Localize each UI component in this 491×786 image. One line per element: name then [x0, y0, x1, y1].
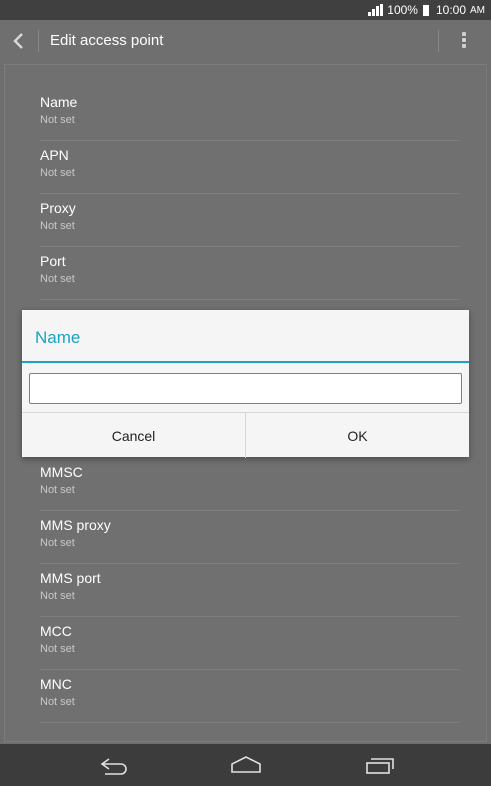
dialog-button-bar: Cancel OK [22, 412, 469, 458]
status-indicators: 100% 10:00 AM [368, 3, 485, 17]
status-bar: 100% 10:00 AM [0, 0, 491, 20]
setting-value: Not set [40, 220, 75, 232]
setting-value: Not set [40, 537, 75, 549]
dialog-title-divider [22, 361, 469, 363]
setting-value: Not set [40, 643, 75, 655]
menu-divider [438, 30, 439, 52]
setting-title: Name [40, 94, 78, 110]
setting-value: Not set [40, 590, 75, 602]
app-bar: Edit access point [0, 20, 491, 62]
setting-value: Not set [40, 696, 75, 708]
ok-button[interactable]: OK [246, 413, 469, 458]
home-nav-icon[interactable] [229, 754, 263, 776]
back-nav-icon[interactable] [97, 754, 131, 776]
setting-value: Not set [40, 114, 75, 126]
signal-icon [368, 4, 384, 16]
clock-ampm: AM [470, 4, 485, 16]
setting-apn[interactable]: APN Not set [40, 141, 459, 194]
setting-port[interactable]: Port Not set [40, 247, 459, 300]
setting-mcc[interactable]: MCC Not set [40, 617, 459, 670]
battery-icon [422, 4, 429, 16]
setting-title: MMS proxy [40, 517, 111, 533]
setting-title: MMS port [40, 570, 101, 586]
setting-title: Port [40, 253, 66, 269]
recent-apps-icon[interactable] [362, 754, 396, 776]
setting-mmsc[interactable]: MMSC Not set [40, 458, 459, 511]
setting-mms-port[interactable]: MMS port Not set [40, 564, 459, 617]
cancel-button[interactable]: Cancel [22, 413, 245, 458]
setting-title: MNC [40, 676, 72, 692]
setting-title: Proxy [40, 200, 76, 216]
clock: 10:00 [435, 3, 466, 17]
back-arrow-icon[interactable] [10, 30, 28, 52]
name-input[interactable] [29, 373, 462, 404]
dialog-title: Name [35, 328, 81, 347]
setting-mms-proxy[interactable]: MMS proxy Not set [40, 511, 459, 564]
app-bar-divider [38, 30, 39, 52]
setting-mnc[interactable]: MNC Not set [40, 670, 459, 723]
setting-value: Not set [40, 484, 75, 496]
setting-title: APN [40, 147, 69, 163]
name-dialog: Name Cancel OK [22, 310, 469, 458]
setting-proxy[interactable]: Proxy Not set [40, 194, 459, 247]
overflow-menu-icon[interactable] [459, 32, 469, 52]
setting-value: Not set [40, 273, 75, 285]
setting-title: MMSC [40, 464, 83, 480]
page-title: Edit access point [50, 32, 164, 49]
setting-value: Not set [40, 167, 75, 179]
setting-name[interactable]: Name Not set [40, 88, 459, 141]
battery-percent: 100% [387, 3, 418, 17]
navigation-bar [0, 744, 491, 786]
setting-title: MCC [40, 623, 72, 639]
